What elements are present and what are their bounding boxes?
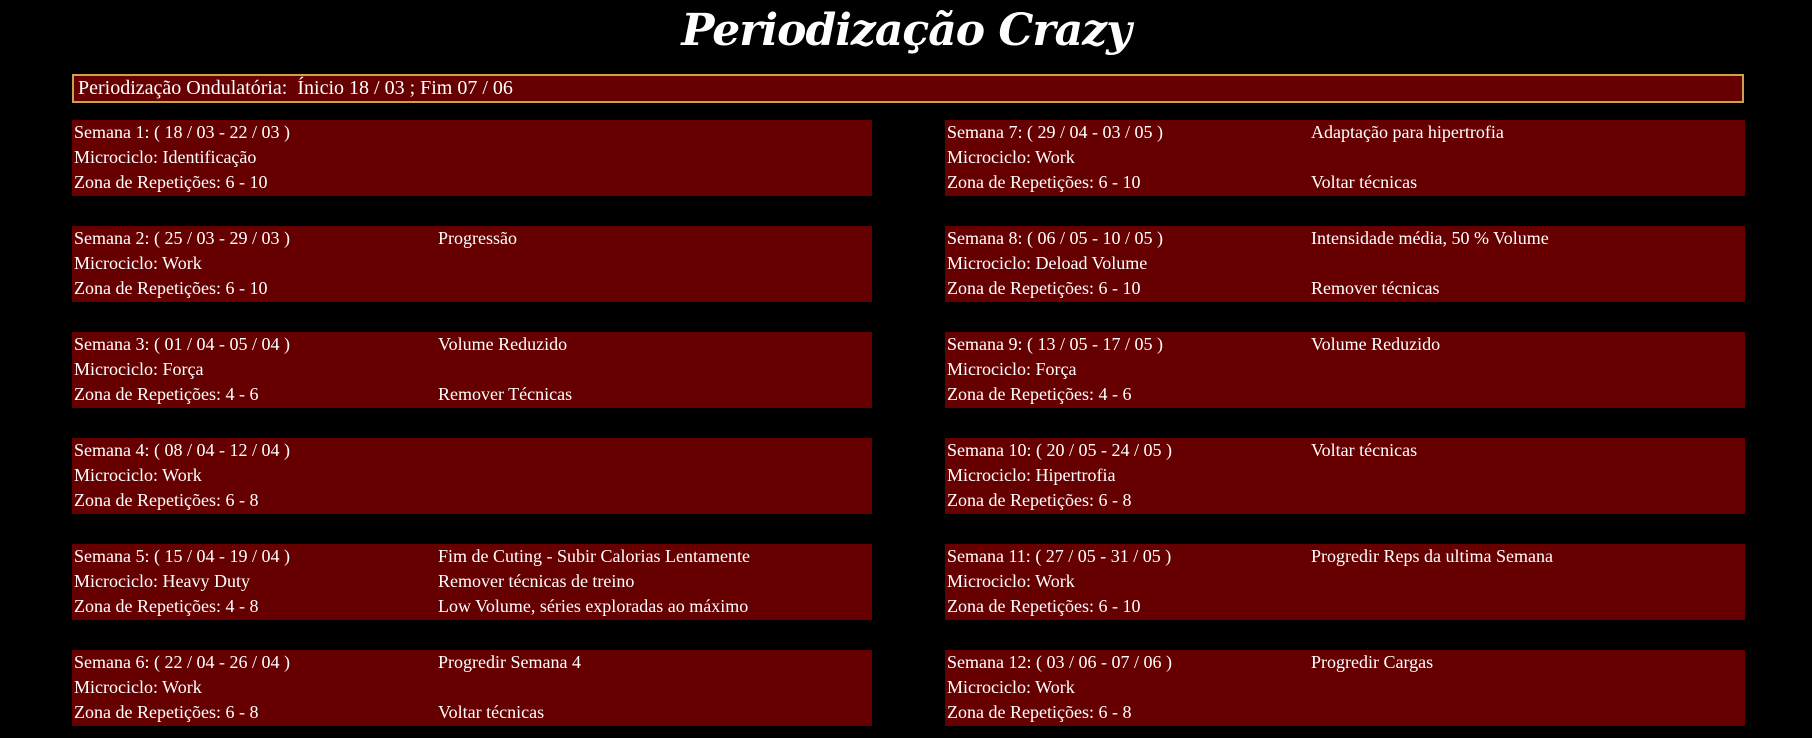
week-microcycle: Microciclo: Identificação [74,147,257,167]
week-microcycle: Microciclo: Work [74,677,202,697]
week-dates: Semana 2: ( 25 / 03 - 29 / 03 ) [74,228,290,248]
week-card-9: Semana 9: ( 13 / 05 - 17 / 05 ) Volume R… [945,332,1745,408]
week-rep-zone: Zona de Repetições: 6 - 8 [74,702,259,722]
week-note: Adaptação para hipertrofia [1311,122,1504,142]
week-card-5: Semana 5: ( 15 / 04 - 19 / 04 ) Fim de C… [72,544,872,620]
week-rep-zone: Zona de Repetições: 6 - 10 [947,278,1141,298]
week-note: Fim de Cuting - Subir Calorias Lentament… [438,546,750,566]
week-card-1: Semana 1: ( 18 / 03 - 22 / 03 ) Microcic… [72,120,872,196]
week-note: Remover técnicas [1311,278,1440,298]
week-note: Progredir Cargas [1311,652,1434,672]
week-note: Voltar técnicas [1311,172,1418,192]
week-card-6: Semana 6: ( 22 / 04 - 26 / 04 ) Progredi… [72,650,872,726]
page-title: Periodização Crazy [681,5,1131,56]
week-rep-zone: Zona de Repetições: 6 - 10 [74,172,268,192]
week-note: Low Volume, séries exploradas ao máximo [438,596,749,616]
week-card-12: Semana 12: ( 03 / 06 - 07 / 06 ) Progred… [945,650,1745,726]
week-note: Remover técnicas de treino [438,571,635,591]
week-rep-zone: Zona de Repetições: 6 - 10 [74,278,268,298]
week-rep-zone: Zona de Repetições: 6 - 10 [947,596,1141,616]
week-rep-zone: Zona de Repetições: 6 - 10 [947,172,1141,192]
week-note: Progredir Reps da ultima Semana [1311,546,1553,566]
periodization-header: Periodização Ondulatória: Ínicio 18 / 03… [72,74,1744,103]
week-dates: Semana 1: ( 18 / 03 - 22 / 03 ) [74,122,290,142]
week-note: Intensidade média, 50 % Volume [1311,228,1549,248]
week-card-8: Semana 8: ( 06 / 05 - 10 / 05 ) Intensid… [945,226,1745,302]
week-microcycle: Microciclo: Deload Volume [947,253,1148,273]
week-rep-zone: Zona de Repetições: 6 - 8 [74,490,259,510]
week-microcycle: Microciclo: Work [74,465,202,485]
week-dates: Semana 5: ( 15 / 04 - 19 / 04 ) [74,546,290,566]
week-dates: Semana 6: ( 22 / 04 - 26 / 04 ) [74,652,290,672]
week-rep-zone: Zona de Repetições: 4 - 6 [74,384,259,404]
week-microcycle: Microciclo: Work [947,147,1075,167]
week-card-3: Semana 3: ( 01 / 04 - 05 / 04 ) Volume R… [72,332,872,408]
week-card-4: Semana 4: ( 08 / 04 - 12 / 04 ) Microcic… [72,438,872,514]
week-note: Voltar técnicas [1311,440,1418,460]
week-note: Voltar técnicas [438,702,545,722]
week-microcycle: Microciclo: Força [947,359,1077,379]
week-note: Remover Técnicas [438,384,573,404]
week-dates: Semana 9: ( 13 / 05 - 17 / 05 ) [947,334,1163,354]
week-note: Progressão [438,228,517,248]
week-dates: Semana 8: ( 06 / 05 - 10 / 05 ) [947,228,1163,248]
week-dates: Semana 12: ( 03 / 06 - 07 / 06 ) [947,652,1172,672]
week-dates: Semana 4: ( 08 / 04 - 12 / 04 ) [74,440,290,460]
week-rep-zone: Zona de Repetições: 4 - 8 [74,596,259,616]
week-microcycle: Microciclo: Work [947,677,1075,697]
week-rep-zone: Zona de Repetições: 6 - 8 [947,490,1132,510]
week-rep-zone: Zona de Repetições: 4 - 6 [947,384,1132,404]
week-microcycle: Microciclo: Heavy Duty [74,571,250,591]
week-card-2: Semana 2: ( 25 / 03 - 29 / 03 ) Progress… [72,226,872,302]
week-card-10: Semana 10: ( 20 / 05 - 24 / 05 ) Voltar … [945,438,1745,514]
week-note: Progredir Semana 4 [438,652,581,672]
week-dates: Semana 3: ( 01 / 04 - 05 / 04 ) [74,334,290,354]
week-note: Volume Reduzido [1311,334,1441,354]
week-note: Volume Reduzido [438,334,568,354]
week-card-11: Semana 11: ( 27 / 05 - 31 / 05 ) Progred… [945,544,1745,620]
week-microcycle: Microciclo: Work [947,571,1075,591]
week-rep-zone: Zona de Repetições: 6 - 8 [947,702,1132,722]
week-dates: Semana 10: ( 20 / 05 - 24 / 05 ) [947,440,1172,460]
week-card-7: Semana 7: ( 29 / 04 - 03 / 05 ) Adaptaçã… [945,120,1745,196]
week-microcycle: Microciclo: Hipertrofia [947,465,1116,485]
week-dates: Semana 11: ( 27 / 05 - 31 / 05 ) [947,546,1172,566]
week-dates: Semana 7: ( 29 / 04 - 03 / 05 ) [947,122,1163,142]
week-microcycle: Microciclo: Work [74,253,202,273]
week-microcycle: Microciclo: Força [74,359,204,379]
